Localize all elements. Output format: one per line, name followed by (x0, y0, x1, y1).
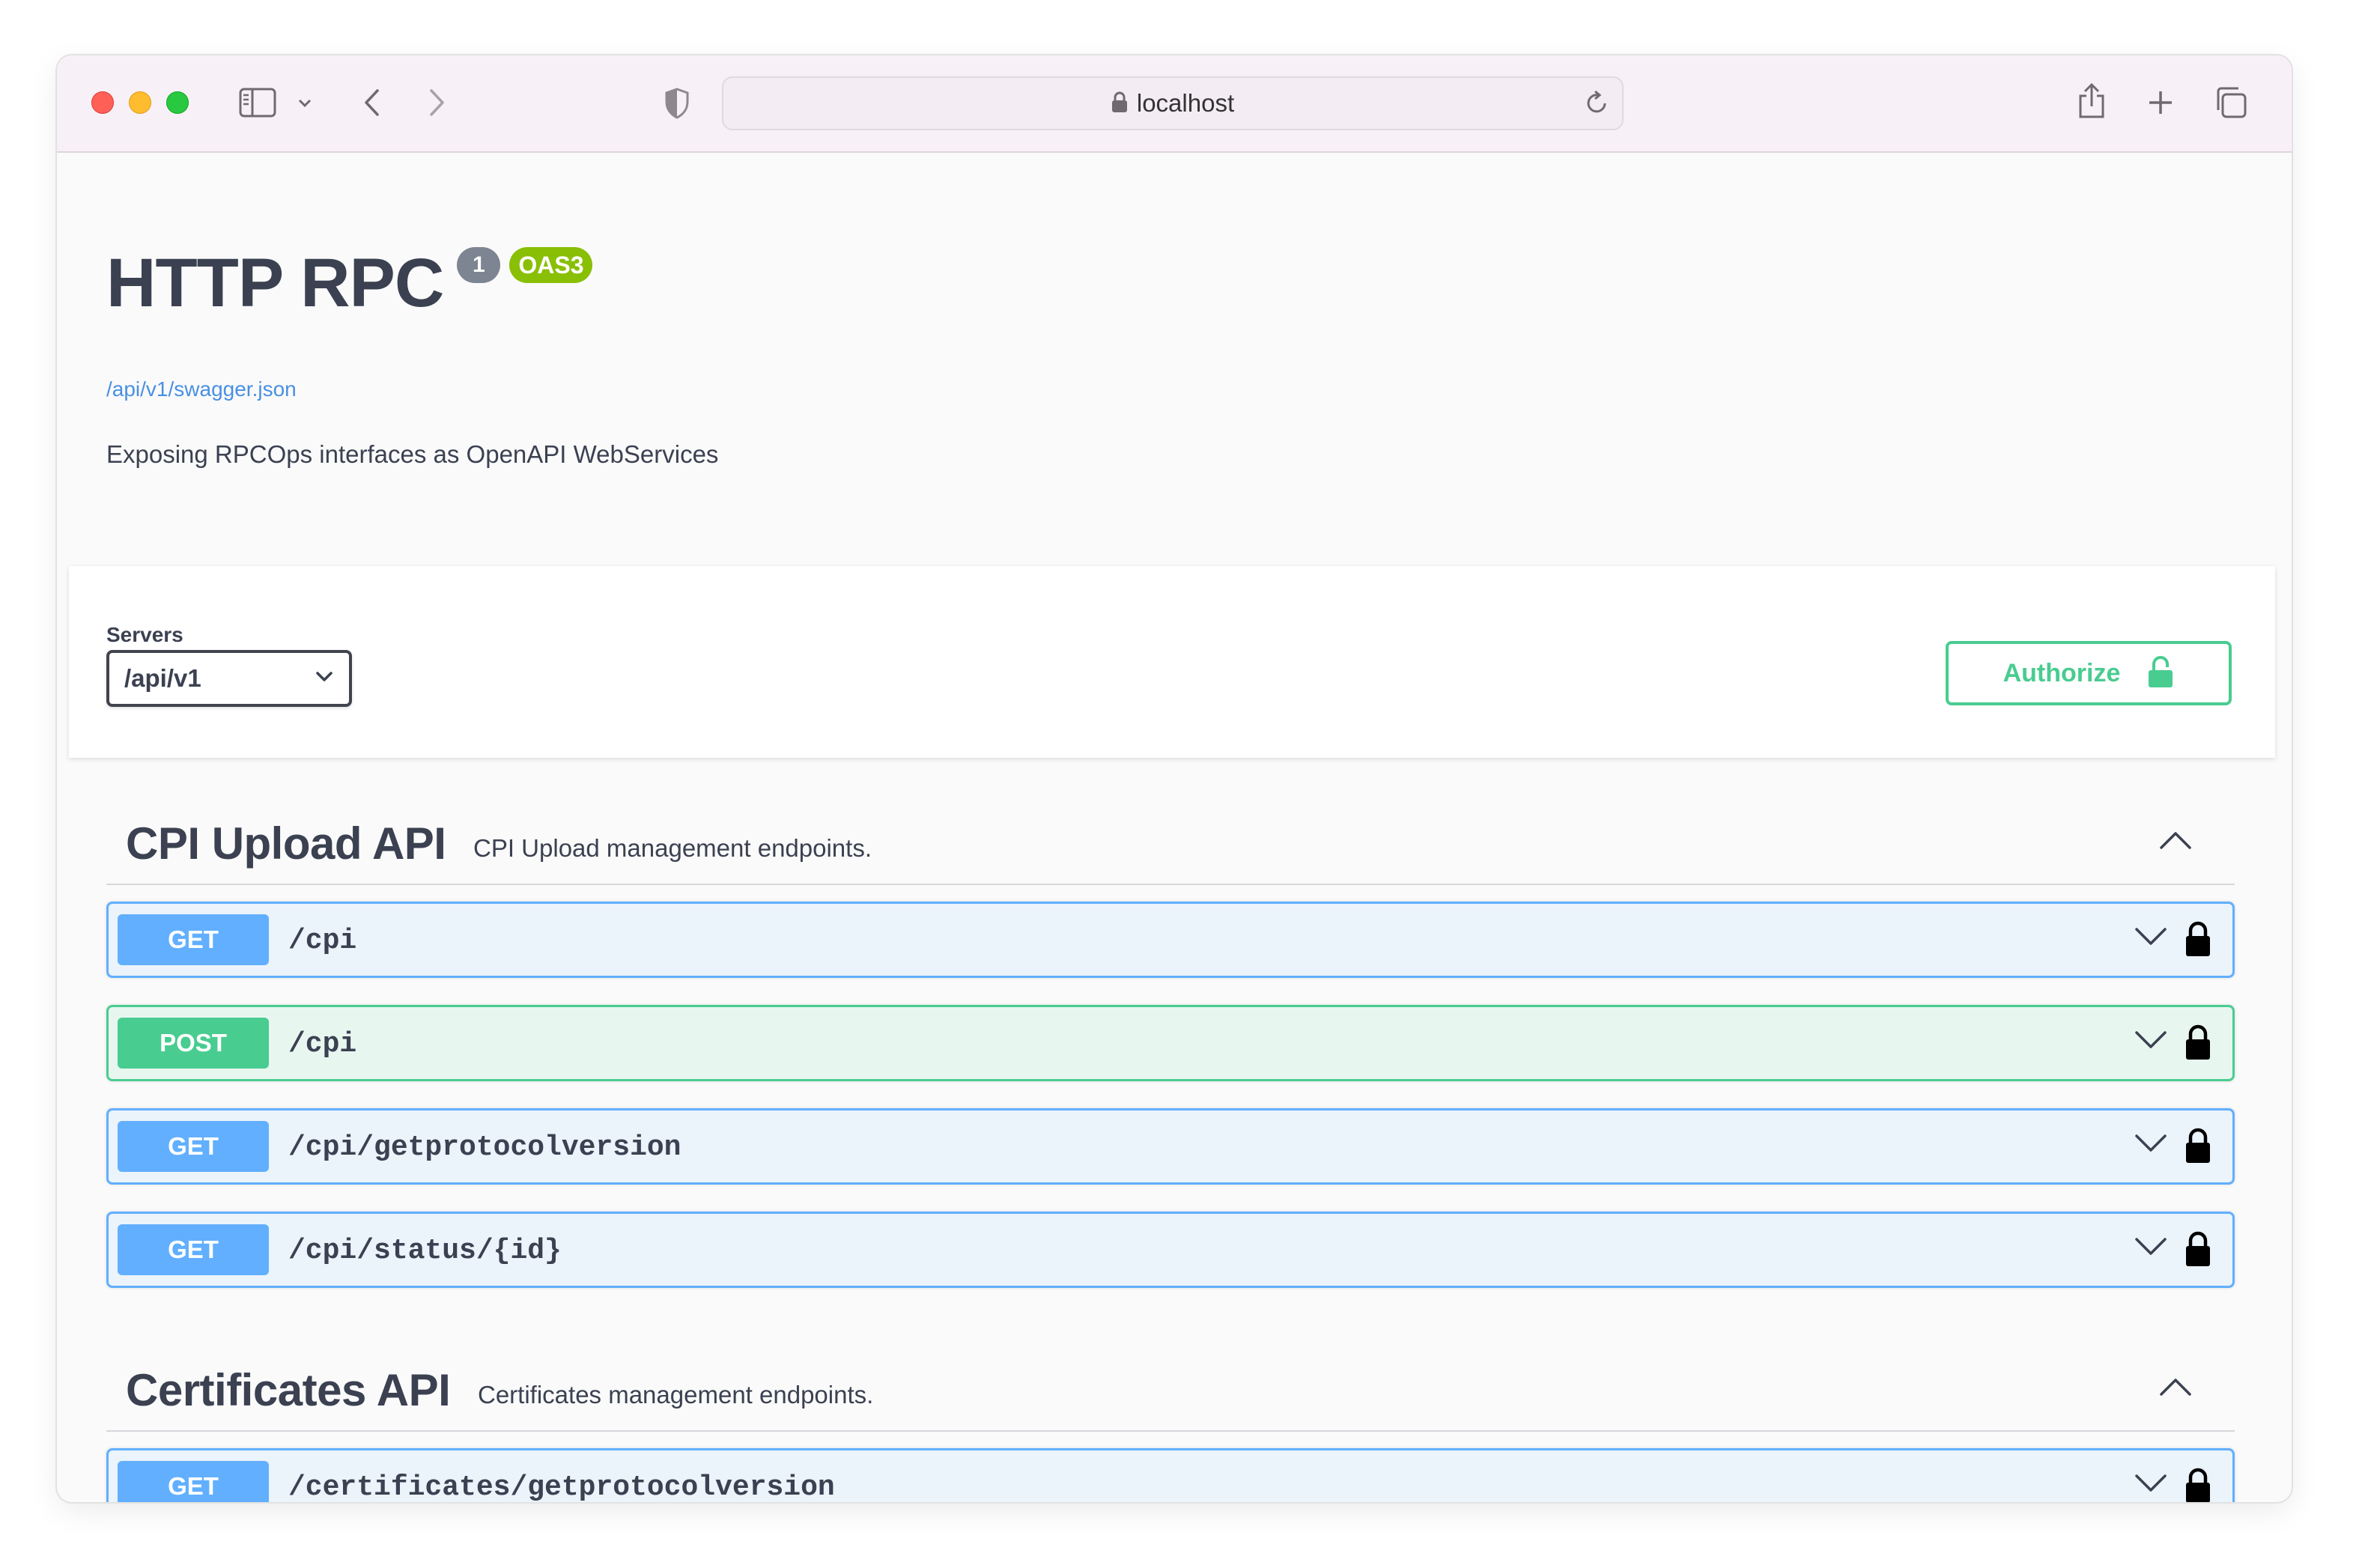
tag-header-cpi-upload-api[interactable]: CPI Upload API CPI Upload management end… (106, 789, 2235, 885)
servers-selected-value: /api/v1 (124, 664, 201, 692)
api-title: HTTP RPC (106, 245, 444, 321)
sidebar-icon[interactable] (238, 85, 277, 120)
new-tab-icon[interactable] (2145, 87, 2176, 118)
lock-icon[interactable] (2185, 1230, 2211, 1271)
operation-post-cpi[interactable]: POST /cpi (106, 1005, 2235, 1081)
api-description: Exposing RPCOps interfaces as OpenAPI We… (106, 440, 719, 468)
info-title-row: HTTP RPC 1 OAS3 (106, 245, 593, 321)
lock-icon[interactable] (2185, 1467, 2211, 1502)
tag-description: Certificates management endpoints. (478, 1381, 874, 1409)
zoom-window-button[interactable] (166, 91, 189, 114)
operation-path: /cpi/status/{id} (288, 1235, 562, 1267)
operation-path: /cpi/getprotocolversion (288, 1131, 681, 1164)
scheme-container: Servers /api/v1 Authorize (69, 566, 2275, 758)
lock-icon[interactable] (2185, 1127, 2211, 1168)
minimize-window-button[interactable] (129, 91, 151, 114)
lock-icon (1111, 91, 1128, 117)
version-badge: 1 (457, 247, 501, 283)
chevron-down-icon[interactable] (2134, 1133, 2168, 1158)
chevron-up-icon[interactable] (2158, 830, 2193, 854)
operation-path: /cpi (288, 1028, 357, 1060)
method-badge: GET (118, 1461, 269, 1502)
forward-icon[interactable] (424, 85, 451, 120)
chevron-down-icon (315, 670, 334, 687)
spec-url-link[interactable]: /api/v1/swagger.json (106, 377, 297, 401)
reload-icon[interactable] (1585, 90, 1609, 119)
lock-icon[interactable] (2185, 920, 2211, 961)
operation-get-cpi-status-id[interactable]: GET /cpi/status/{id} (106, 1212, 2235, 1288)
share-icon[interactable] (2074, 81, 2109, 121)
shield-icon[interactable] (662, 85, 692, 121)
chevron-down-icon[interactable] (2134, 1473, 2168, 1498)
tabs-overview-icon[interactable] (2212, 84, 2250, 121)
swagger-ui: HTTP RPC 1 OAS3 /api/v1/swagger.json Exp… (57, 153, 2292, 1502)
chevron-down-icon[interactable] (2134, 1236, 2168, 1261)
chevron-up-icon[interactable] (2158, 1376, 2193, 1401)
method-badge: GET (118, 1224, 269, 1275)
tag-description: CPI Upload management endpoints. (473, 834, 872, 862)
tag-header-certificates-api[interactable]: Certificates API Certificates management… (106, 1336, 2235, 1432)
method-badge: GET (118, 1121, 269, 1172)
authorize-button[interactable]: Authorize (1946, 641, 2232, 705)
chevron-down-icon[interactable] (295, 94, 315, 112)
method-badge: POST (118, 1018, 269, 1069)
operation-get-cpi-getprotocolversion[interactable]: GET /cpi/getprotocolversion (106, 1108, 2235, 1185)
authorize-label: Authorize (2003, 658, 2121, 687)
close-window-button[interactable] (91, 91, 114, 114)
servers-select[interactable]: /api/v1 (106, 650, 352, 707)
method-badge: GET (118, 914, 269, 965)
lock-icon[interactable] (2185, 1024, 2211, 1065)
unlocked-icon (2147, 655, 2174, 692)
operation-get-certificates-getprotocolversion[interactable]: GET /certificates/getprotocolversion (106, 1448, 2235, 1502)
back-icon[interactable] (358, 85, 385, 120)
browser-toolbar: localhost (57, 55, 2292, 153)
operation-get-cpi[interactable]: GET /cpi (106, 902, 2235, 978)
operation-path: /certificates/getprotocolversion (288, 1471, 835, 1502)
address-bar[interactable]: localhost (722, 76, 1624, 130)
oas-badge: OAS3 (509, 247, 593, 283)
chevron-down-icon[interactable] (2134, 1030, 2168, 1054)
servers-label: Servers (106, 623, 183, 646)
browser-window: localhost HTTP RPC 1 OAS3 /api/v1/swagge… (57, 55, 2292, 1502)
chevron-down-icon[interactable] (2134, 926, 2168, 951)
tag-name: CPI Upload API (126, 818, 446, 869)
tag-name: Certificates API (126, 1365, 451, 1415)
operation-path: /cpi (288, 925, 357, 957)
url-text: localhost (1136, 89, 1235, 117)
